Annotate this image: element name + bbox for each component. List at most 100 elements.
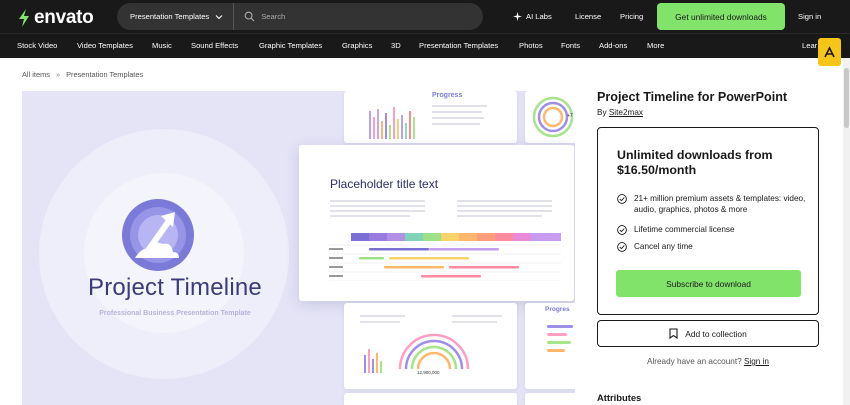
- nav-more[interactable]: More: [647, 34, 664, 58]
- slide-text-line: [432, 111, 482, 113]
- author-link[interactable]: Site2max: [609, 108, 643, 117]
- nav-sound-effects[interactable]: Sound Effects: [191, 34, 238, 58]
- preview-slide-partial: [344, 393, 517, 405]
- slide-progress-title: Progress: [432, 92, 463, 99]
- slide-progress-bar: [547, 349, 565, 352]
- sign-in-link[interactable]: Sign in: [798, 0, 821, 33]
- feature-text: 21+ million premium assets & templates: …: [634, 194, 806, 214]
- preview-subtitle: Professional Business Presentation Templ…: [99, 310, 251, 317]
- subscribe-to-download-button[interactable]: Subscribe to download: [616, 270, 801, 297]
- scrollbar-thumb[interactable]: [844, 68, 849, 128]
- nav-3d[interactable]: 3D: [391, 34, 401, 58]
- preview-slide-progress: Progress: [344, 91, 517, 143]
- nav-video-templates[interactable]: Video Templates: [77, 34, 133, 58]
- slide-progress-bar: [547, 325, 573, 328]
- subscription-card: Unlimited downloads from $16.50/month 21…: [597, 127, 819, 315]
- feature-item: 21+ million premium assets & templates: …: [617, 193, 812, 215]
- chevron-down-icon: [215, 14, 223, 19]
- slide-text-line: [452, 315, 502, 317]
- search-category-label: Presentation Templates: [130, 12, 210, 21]
- slide-text-line: [330, 210, 425, 212]
- add-to-collection-button[interactable]: Add to collection: [597, 320, 819, 347]
- breadcrumb-presentation-templates[interactable]: Presentation Templates: [66, 70, 143, 79]
- search-icon: [244, 11, 255, 22]
- slide-text-line: [330, 200, 425, 202]
- leaf-logo-icon: [19, 9, 29, 27]
- rocket-arrow-icon: [122, 199, 194, 271]
- check-circle-icon: [617, 194, 627, 204]
- product-title: Project Timeline for PowerPoint: [597, 90, 788, 104]
- breadcrumb-all-items[interactable]: All items: [22, 70, 50, 79]
- slide-gantt-chart: [329, 233, 561, 281]
- slide-progress-bar: [547, 341, 571, 344]
- slide-text-line: [432, 123, 480, 125]
- feature-item: Lifetime commercial license: [617, 224, 812, 235]
- slide-text-line: [360, 315, 405, 317]
- search-input[interactable]: [261, 12, 462, 21]
- category-nav: Stock Video Video Templates Music Sound …: [0, 33, 850, 58]
- nav-music[interactable]: Music: [152, 34, 172, 58]
- check-circle-icon: [617, 225, 627, 235]
- slide-bar-chart: [369, 107, 415, 139]
- account-prompt: Already have an account? Sign in: [597, 357, 819, 366]
- attributes-heading: Attributes: [597, 392, 642, 403]
- preview-slide-placeholder: Placeholder title text: [299, 145, 574, 301]
- ai-labs-label: AI Labs: [526, 12, 552, 21]
- get-unlimited-downloads-button[interactable]: Get unlimited downloads: [657, 3, 785, 30]
- product-byline: By Site2max: [597, 108, 643, 117]
- nav-fonts[interactable]: Fonts: [561, 34, 580, 58]
- feature-text: Lifetime commercial license: [634, 225, 735, 234]
- preview-slide-partial: [525, 393, 575, 405]
- help-badge[interactable]: [818, 38, 841, 66]
- ai-labs-link[interactable]: AI Labs: [513, 0, 552, 33]
- nav-presentation-templates[interactable]: Presentation Templates: [419, 34, 498, 58]
- check-circle-icon: [617, 242, 627, 252]
- license-link[interactable]: License: [575, 0, 601, 33]
- nav-graphic-templates[interactable]: Graphic Templates: [259, 34, 322, 58]
- preview-slide-rings: +7: [525, 91, 575, 143]
- slide-text-line: [457, 210, 552, 212]
- feature-text: Cancel any time: [634, 242, 693, 251]
- slide-progress-bar: [547, 333, 567, 336]
- search-category-dropdown[interactable]: Presentation Templates: [117, 3, 235, 30]
- pricing-link[interactable]: Pricing: [620, 0, 643, 33]
- slide-stat: 12,900,000: [417, 370, 440, 375]
- breadcrumb-separator: »: [55, 70, 61, 79]
- slide-text-line: [457, 215, 542, 217]
- slide-text-line: [360, 321, 400, 323]
- slide-text-line: [457, 200, 552, 202]
- nav-stock-video[interactable]: Stock Video: [17, 34, 57, 58]
- bookmark-icon: [669, 328, 678, 339]
- top-navigation-bar: envato Presentation Templates AI Labs Li…: [0, 0, 850, 33]
- slide-text-line: [457, 205, 552, 207]
- slide-progress-title-2: Progres: [545, 306, 570, 313]
- help-arrow-icon: [824, 45, 835, 57]
- envato-logo[interactable]: envato: [17, 7, 94, 29]
- nav-add-ons[interactable]: Add-ons: [599, 34, 627, 58]
- add-to-collection-label: Add to collection: [685, 328, 747, 339]
- preview-title: Project Timeline: [88, 274, 262, 301]
- item-preview-image[interactable]: Project Timeline Professional Business P…: [22, 91, 575, 405]
- slide-text-line: [432, 105, 487, 107]
- breadcrumb: All items » Presentation Templates: [22, 70, 143, 79]
- nav-graphics[interactable]: Graphics: [342, 34, 372, 58]
- logo-wordmark: envato: [34, 7, 94, 28]
- search-bar: Presentation Templates: [117, 3, 483, 30]
- preview-slide-arcs: 12,900,000: [344, 303, 517, 389]
- sign-in-link-secondary[interactable]: Sign in: [744, 357, 769, 366]
- slide-text-line: [330, 215, 410, 217]
- account-question: Already have an account?: [646, 357, 742, 366]
- nav-learn[interactable]: Lear: [802, 34, 817, 58]
- slide-arc-chart: [398, 333, 470, 370]
- slide-text-line: [452, 321, 497, 323]
- byline-label: By: [597, 108, 607, 117]
- nav-photos[interactable]: Photos: [519, 34, 543, 58]
- slide-ring-stat: +7: [567, 113, 573, 119]
- slide-text-line: [432, 117, 484, 119]
- sparkle-icon: [513, 12, 522, 21]
- slide-text-line: [330, 205, 425, 207]
- offer-headline: Unlimited downloads from $16.50/month: [617, 148, 773, 177]
- slide-placeholder-title: Placeholder title text: [330, 177, 439, 191]
- feature-item: Cancel any time: [617, 241, 812, 252]
- page-scrollbar[interactable]: [843, 58, 850, 405]
